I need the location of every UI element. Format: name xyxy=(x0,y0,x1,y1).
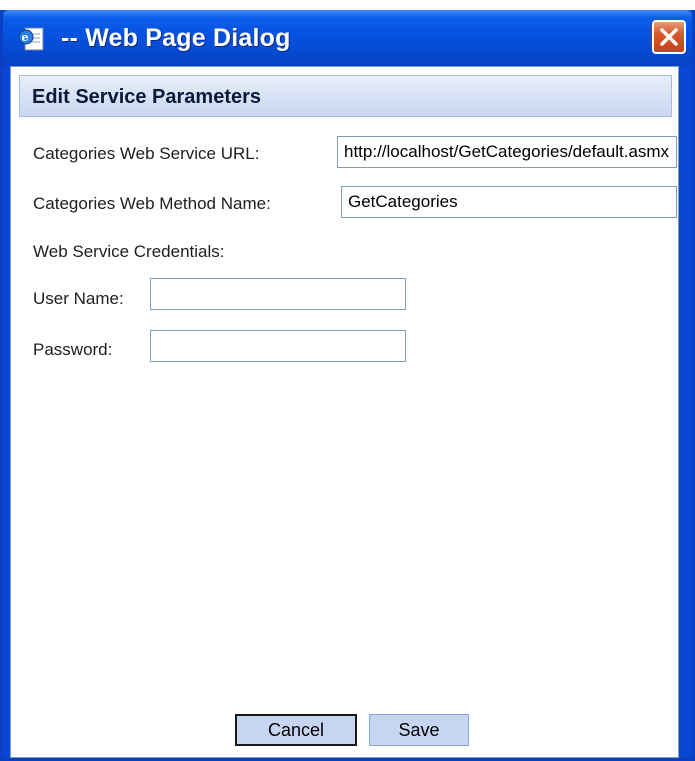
categories-method-label: Categories Web Method Name: xyxy=(33,194,271,213)
screen-edge xyxy=(0,0,695,10)
password-input[interactable] xyxy=(150,330,406,362)
window-title: -- Web Page Dialog xyxy=(61,24,291,52)
credentials-heading: Web Service Credentials: xyxy=(33,242,225,261)
user-name-label: User Name: xyxy=(33,289,124,308)
title-bar[interactable]: e -- Web Page Dialog xyxy=(3,10,692,66)
section-title: Edit Service Parameters xyxy=(32,86,262,108)
categories-url-input[interactable] xyxy=(337,136,677,168)
close-button[interactable] xyxy=(652,20,686,54)
categories-url-label: Categories Web Service URL: xyxy=(33,144,260,163)
categories-method-input[interactable] xyxy=(341,186,677,218)
svg-text:e: e xyxy=(22,31,29,44)
cancel-button[interactable]: Cancel xyxy=(235,714,357,746)
password-label: Password: xyxy=(33,340,113,359)
save-button[interactable]: Save xyxy=(369,714,469,746)
dialog-content: Edit Service Parameters Categories Web S… xyxy=(10,66,679,758)
ie-page-icon: e xyxy=(17,26,47,52)
section-header: Edit Service Parameters xyxy=(19,75,672,117)
user-name-input[interactable] xyxy=(150,278,406,310)
